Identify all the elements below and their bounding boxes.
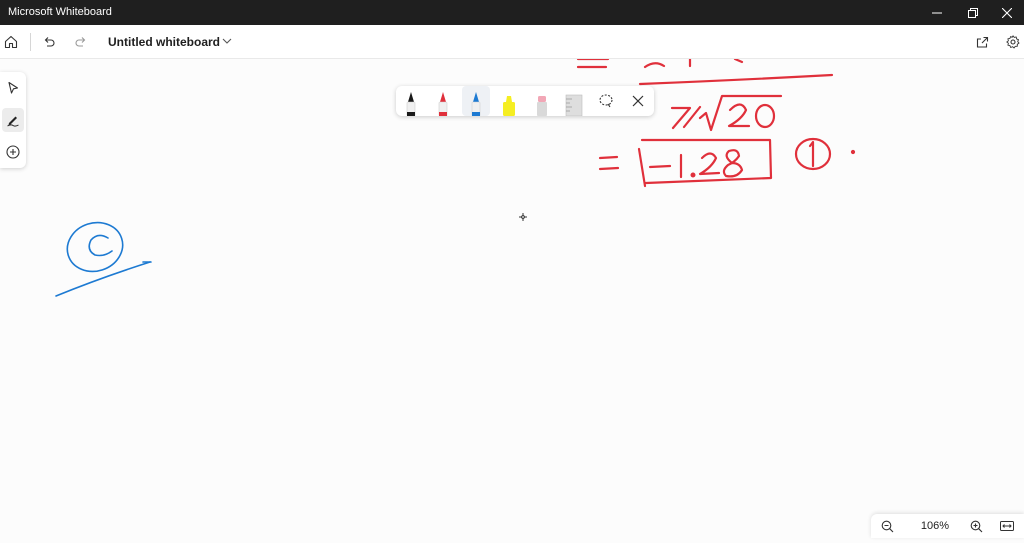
app-title: Microsoft Whiteboard (8, 6, 112, 18)
eraser-icon (537, 96, 547, 116)
home-button[interactable] (0, 31, 22, 53)
gear-icon (1006, 35, 1020, 49)
blue-pen-icon (471, 92, 481, 116)
redo-icon (75, 37, 86, 47)
toolbar-divider (30, 33, 31, 51)
share-icon (976, 36, 989, 48)
zoom-in-button[interactable] (966, 516, 986, 536)
pointer-icon (8, 81, 19, 94)
red-ink-math (576, 57, 856, 188)
zoom-out-button[interactable] (877, 516, 897, 536)
black-pen-icon (406, 92, 416, 116)
whiteboard-canvas[interactable] (0, 57, 1024, 538)
zoom-in-icon (970, 520, 982, 532)
lasso-select-tool[interactable] (592, 86, 620, 116)
settings-button[interactable] (1002, 31, 1024, 53)
close-icon (632, 95, 644, 107)
fit-to-screen-button[interactable] (997, 516, 1017, 536)
restore-button[interactable] (956, 0, 990, 25)
close-pen-tray-button[interactable] (624, 86, 652, 116)
red-pen-tool[interactable] (429, 86, 457, 116)
ruler-tool[interactable] (560, 86, 588, 116)
restore-icon (968, 7, 978, 18)
app-toolbar: Untitled whiteboard (0, 25, 1024, 59)
left-tool-rail (0, 72, 26, 168)
redo-button[interactable] (70, 31, 92, 53)
home-icon (4, 35, 18, 49)
lasso-icon (599, 94, 613, 108)
title-bar: Microsoft Whiteboard (0, 0, 1024, 25)
pen-icon (7, 116, 19, 127)
black-pen-tool[interactable] (397, 86, 425, 116)
create-button[interactable] (2, 140, 24, 164)
ruler-icon (565, 94, 583, 116)
minimize-button[interactable] (920, 0, 954, 25)
zoom-level[interactable]: 106% (915, 520, 955, 532)
undo-button[interactable] (38, 31, 60, 53)
highlighter-icon (503, 96, 515, 116)
chevron-down-icon[interactable] (220, 34, 234, 48)
close-icon (1002, 7, 1012, 18)
ink-layer (55, 57, 856, 297)
blue-ink-sketch (55, 221, 152, 297)
pointer-cursor (519, 213, 527, 221)
fit-width-icon (1000, 521, 1014, 531)
minimize-icon (932, 12, 942, 13)
inking-tool-button[interactable] (2, 108, 24, 132)
eraser-tool[interactable] (528, 86, 556, 116)
add-circle-icon (6, 145, 20, 159)
blue-pen-tool[interactable] (462, 86, 490, 116)
zoom-controls: 106% (871, 514, 1024, 538)
undo-icon (44, 37, 55, 47)
select-tool-button[interactable] (2, 76, 24, 100)
red-pen-icon (438, 92, 448, 116)
zoom-out-icon (881, 520, 893, 532)
pen-tray (396, 86, 654, 116)
ink-digit-seven (670, 106, 692, 130)
close-button[interactable] (990, 0, 1024, 25)
highlighter-tool[interactable] (495, 86, 523, 116)
share-button[interactable] (971, 31, 993, 53)
document-title[interactable]: Untitled whiteboard (108, 35, 220, 49)
